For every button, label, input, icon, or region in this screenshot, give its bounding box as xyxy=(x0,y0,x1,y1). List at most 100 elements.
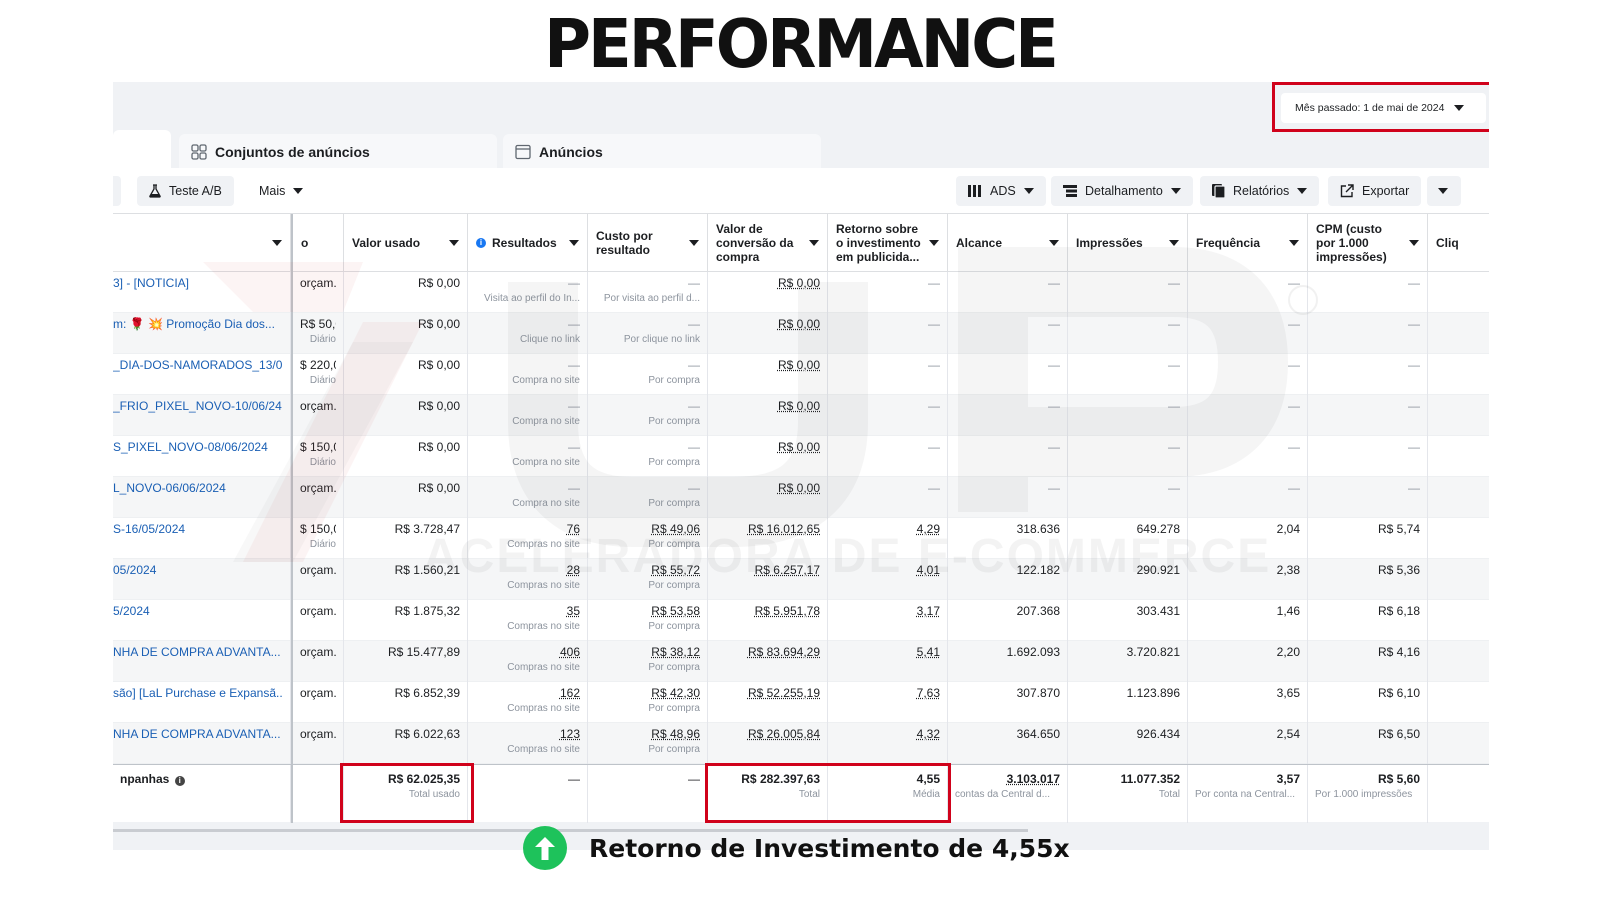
tab-campaigns[interactable] xyxy=(113,130,171,172)
freq-value: — xyxy=(1288,276,1300,290)
cell-results: 76 Compras no site xyxy=(468,518,588,559)
cell-name[interactable]: L_NOVO-06/06/2024 xyxy=(113,477,291,518)
columns-button[interactable]: ADS xyxy=(956,176,1046,206)
cell-name[interactable]: são] [LaL Purchase e Expansã... xyxy=(113,682,291,723)
spend-value: R$ 0,00 xyxy=(417,481,460,495)
name-value[interactable]: 5/2024 xyxy=(113,603,283,620)
cell-name[interactable]: NHA DE COMPRA ADVANTA... xyxy=(113,641,291,682)
cell-clicks xyxy=(1428,436,1489,477)
results-subtext: Compras no site xyxy=(507,744,580,755)
col-clicks[interactable]: Cliq xyxy=(1428,214,1489,272)
export-options-button[interactable] xyxy=(1427,176,1461,206)
col-spend[interactable]: Valor usado xyxy=(344,214,468,272)
tab-ad-sets-label: Conjuntos de anúncios xyxy=(215,144,370,160)
cpr-subtext: Por visita ao perfil d... xyxy=(603,293,700,304)
spend-value: R$ 0,00 xyxy=(417,358,460,372)
spend-value: R$ 0,00 xyxy=(417,276,460,290)
cell-spend: R$ 0,00 xyxy=(344,477,468,518)
cell-name[interactable]: _DIA-DOS-NAMORADOS_13/0... xyxy=(113,354,291,395)
cell-name[interactable]: S-16/05/2024 xyxy=(113,518,291,559)
impr-value: — xyxy=(1168,481,1180,495)
cell-roas: 4,29 xyxy=(828,518,948,559)
freq-value: 2,54 xyxy=(1276,727,1300,741)
table-row[interactable]: S_PIXEL_NOVO-08/06/2024 $ 150,00 Diário R$ … xyxy=(113,436,1489,477)
cell-impr: 1.123.896 xyxy=(1068,682,1188,723)
table-row[interactable]: 3] - [NOTICIA] orçam... R$ 0,00 — Visita ao … xyxy=(113,272,1489,313)
name-value[interactable]: S_PIXEL_NOVO-08/06/2024 xyxy=(113,439,283,456)
name-value[interactable]: são] [LaL Purchase e Expansã... xyxy=(113,685,283,702)
cell-impr: — xyxy=(1068,477,1188,518)
cpr-value: — xyxy=(688,440,700,454)
tab-ads[interactable]: Anúncios xyxy=(503,134,821,170)
table-row[interactable]: 5/2024 orçam... R$ 1.875,32 35 Compras no si… xyxy=(113,600,1489,641)
cell-name[interactable]: 5/2024 xyxy=(113,600,291,641)
export-button[interactable]: Exportar xyxy=(1328,176,1422,206)
ab-test-button[interactable]: Teste A/B xyxy=(137,176,234,206)
totals-reach[interactable]: 3.103.017 xyxy=(955,771,1060,788)
cell-freq: 1,46 xyxy=(1188,600,1308,641)
table-row[interactable]: S-16/05/2024 $ 150,00 Diário R$ 3.728,47 76 C… xyxy=(113,518,1489,559)
col-purchase-value[interactable]: Valor de conversão da compra xyxy=(708,214,828,272)
table-row[interactable]: 05/2024 orçam... R$ 1.560,21 28 Compras no s… xyxy=(113,559,1489,600)
col-cpm[interactable]: CPM (custo por 1.000 impressões) xyxy=(1308,214,1428,272)
date-highlight-box: Mês passado: 1 de mai de 2024 xyxy=(1272,82,1489,132)
budget-value: $ 220,00 xyxy=(300,358,336,372)
col-results[interactable]: i Resultados xyxy=(468,214,588,272)
table-row[interactable]: m: 🌹 💥 Promoção Dia dos... R$ 50,00 Diário… xyxy=(113,313,1489,354)
cell-name[interactable]: NHA DE COMPRA ADVANTA... xyxy=(113,723,291,764)
name-value[interactable]: S-16/05/2024 xyxy=(113,521,283,538)
info-icon[interactable]: i xyxy=(476,238,486,248)
name-value[interactable]: m: 🌹 💥 Promoção Dia dos... xyxy=(113,316,283,333)
col-campaign-name[interactable] xyxy=(113,214,291,272)
name-value[interactable]: L_NOVO-06/06/2024 xyxy=(113,480,283,497)
cell-roas: 7,63 xyxy=(828,682,948,723)
results-subtext: Compras no site xyxy=(507,662,580,673)
col-impressions[interactable]: Impressões xyxy=(1068,214,1188,272)
budget-subtext: Diário xyxy=(309,334,336,345)
name-value[interactable]: NHA DE COMPRA ADVANTA... xyxy=(113,726,283,743)
roas-value: — xyxy=(928,358,940,372)
cpr-value: R$ 49,06 xyxy=(651,522,700,536)
page-title: PERFORMANCE xyxy=(544,6,1059,84)
cell-name[interactable]: m: 🌹 💥 Promoção Dia dos... xyxy=(113,313,291,354)
reports-button[interactable]: Relatórios xyxy=(1200,176,1320,206)
more-button[interactable]: Mais xyxy=(247,176,315,206)
impr-value: — xyxy=(1168,358,1180,372)
col-frequency[interactable]: Frequência xyxy=(1188,214,1308,272)
toolbar-edge-button[interactable] xyxy=(113,176,121,206)
breakdown-button[interactable]: Detalhamento xyxy=(1051,176,1193,206)
cell-name[interactable]: 05/2024 xyxy=(113,559,291,600)
table-row[interactable]: são] [LaL Purchase e Expansã... orçam... R… xyxy=(113,682,1489,723)
date-range-selector[interactable]: Mês passado: 1 de mai de 2024 xyxy=(1281,93,1486,123)
name-value[interactable]: NHA DE COMPRA ADVANTA... xyxy=(113,644,283,661)
col-budget[interactable]: o xyxy=(291,214,344,272)
name-value[interactable]: _FRIO_PIXEL_NOVO-10/06/24 xyxy=(113,398,283,415)
value-value: R$ 83.694,29 xyxy=(747,645,820,659)
name-value[interactable]: 3] - [NOTICIA] xyxy=(113,275,283,292)
col-reach[interactable]: Alcance xyxy=(948,214,1068,272)
cell-value: R$ 26.005,84 xyxy=(708,723,828,764)
name-value[interactable]: 05/2024 xyxy=(113,562,283,579)
table-row[interactable]: _FRIO_PIXEL_NOVO-10/06/24 orçam... R$ 0,00… xyxy=(113,395,1489,436)
info-icon[interactable]: i xyxy=(174,776,185,786)
col-roas[interactable]: Retorno sobre o investimento em publicid… xyxy=(828,214,948,272)
tab-ad-sets[interactable]: Conjuntos de anúncios xyxy=(179,134,497,170)
cell-clicks xyxy=(1428,272,1489,313)
table-row[interactable]: _DIA-DOS-NAMORADOS_13/0... $ 220,00 Diário… xyxy=(113,354,1489,395)
cell-name[interactable]: S_PIXEL_NOVO-08/06/2024 xyxy=(113,436,291,477)
reach-value: 364.650 xyxy=(1016,727,1060,741)
cell-name[interactable]: _FRIO_PIXEL_NOVO-10/06/24 xyxy=(113,395,291,436)
table-row[interactable]: L_NOVO-06/06/2024 orçam... R$ 0,00 — Compra … xyxy=(113,477,1489,518)
impr-value: 926.434 xyxy=(1136,727,1180,741)
impr-value: 290.921 xyxy=(1136,563,1180,577)
more-label: Mais xyxy=(259,184,286,198)
value-value: R$ 5.951,78 xyxy=(754,604,820,618)
table-row[interactable]: NHA DE COMPRA ADVANTA... orçam... R$ 6.022… xyxy=(113,723,1489,764)
table-row[interactable]: NHA DE COMPRA ADVANTA... orçam... R$ 15.47… xyxy=(113,641,1489,682)
col-cost-per-result[interactable]: Custo por resultado xyxy=(588,214,708,272)
roas-value: 4,32 xyxy=(916,727,940,741)
budget-value: orçam... xyxy=(300,686,336,700)
name-value[interactable]: _DIA-DOS-NAMORADOS_13/0... xyxy=(113,357,283,374)
results-value: — xyxy=(568,276,580,290)
cell-name[interactable]: 3] - [NOTICIA] xyxy=(113,272,291,313)
